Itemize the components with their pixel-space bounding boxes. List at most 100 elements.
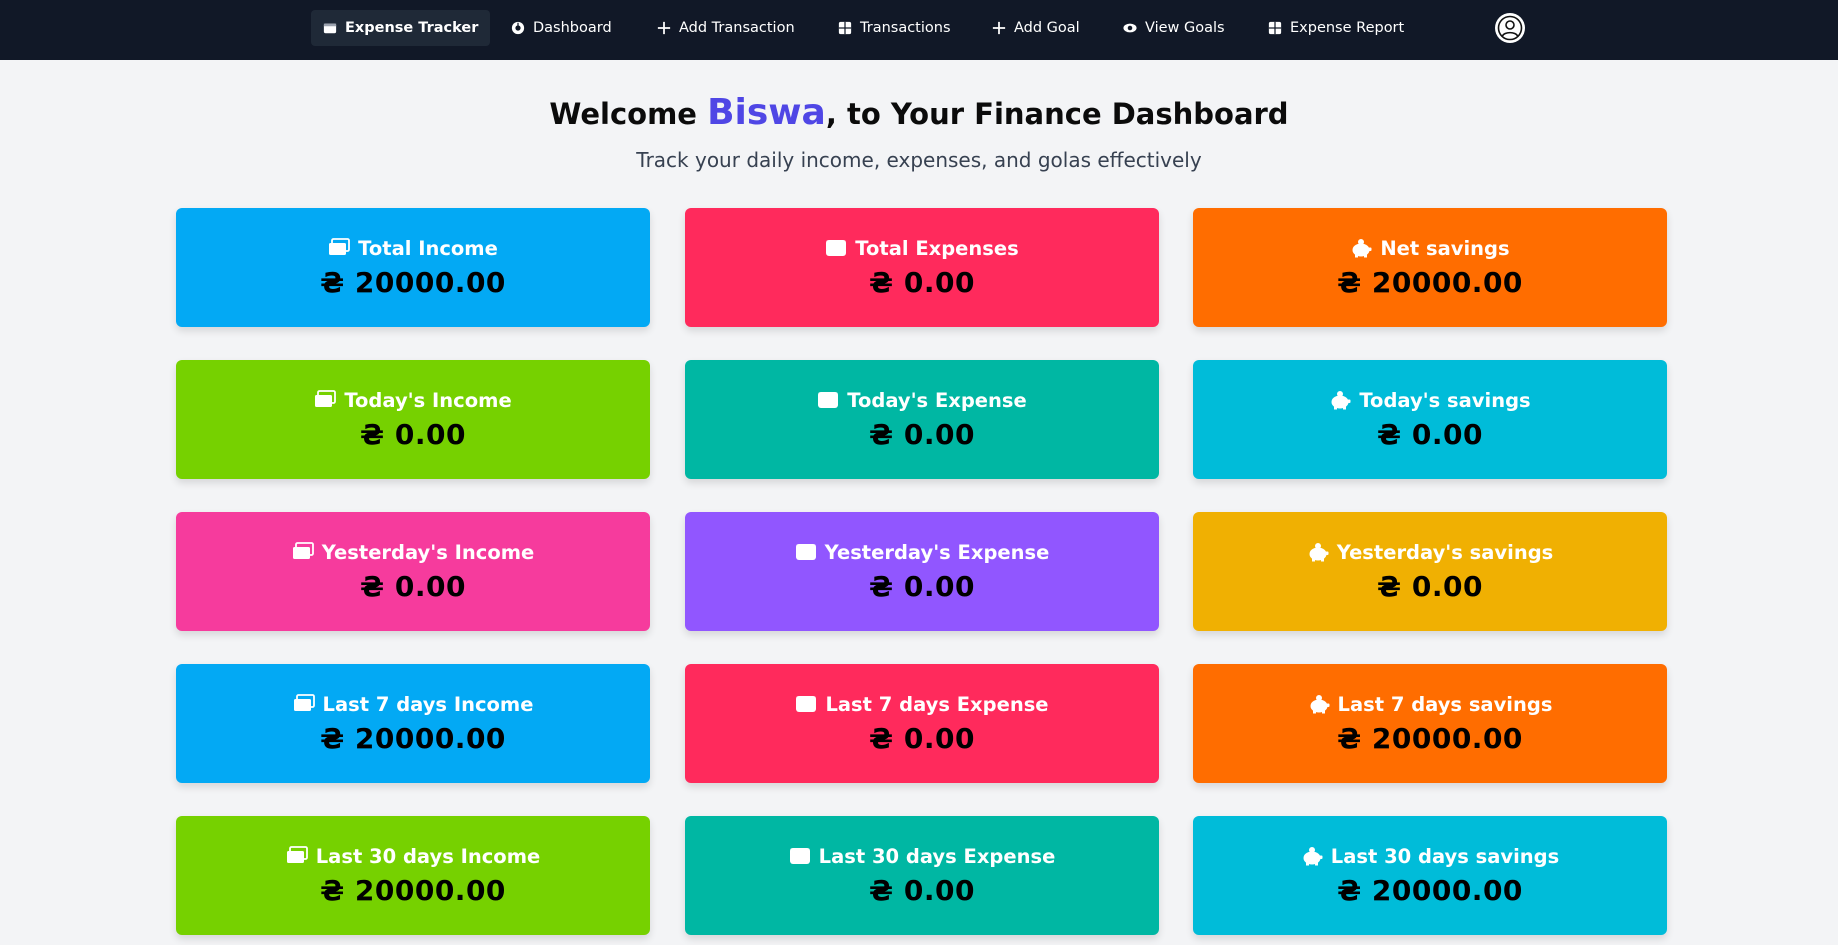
card-value: ₴ 0.00 bbox=[1377, 569, 1483, 603]
nav-item-label: Dashboard bbox=[533, 20, 612, 36]
summary-card: Last 7 days savings ₴ 20000.00 bbox=[1193, 664, 1667, 783]
nav-item-label: View Goals bbox=[1145, 20, 1225, 36]
card-label-row: Yesterday's savings bbox=[1307, 540, 1554, 564]
card-value: ₴ 0.00 bbox=[360, 417, 466, 451]
summary-card: Last 7 days Income ₴ 20000.00 bbox=[176, 664, 650, 783]
nav-item-expense-report[interactable]: Expense Report bbox=[1256, 10, 1416, 46]
card-label: Yesterday's Income bbox=[321, 540, 535, 564]
top-navbar: Expense Tracker Dashboard Add Transactio… bbox=[0, 0, 1838, 60]
piggy-bank-icon bbox=[1329, 390, 1351, 410]
card-label: Today's Expense bbox=[847, 388, 1027, 412]
card-value: ₴ 0.00 bbox=[1377, 417, 1483, 451]
card-label: Last 30 days Income bbox=[315, 844, 541, 868]
card-label: Total Expenses bbox=[855, 236, 1019, 260]
card-label-row: Today's Income bbox=[314, 388, 512, 412]
wallet-icon bbox=[825, 238, 847, 258]
card-value: ₴ 20000.00 bbox=[320, 265, 506, 299]
card-value: ₴ 0.00 bbox=[869, 265, 975, 299]
wallet-icon bbox=[795, 542, 817, 562]
nav-item-transactions[interactable]: Transactions bbox=[826, 10, 963, 46]
card-value: ₴ 20000.00 bbox=[1337, 265, 1523, 299]
eye-icon bbox=[1123, 21, 1137, 35]
card-label: Today's Income bbox=[344, 388, 512, 412]
wallet-icon bbox=[795, 694, 817, 714]
card-value: ₴ 0.00 bbox=[869, 569, 975, 603]
card-value: ₴ 20000.00 bbox=[1337, 873, 1523, 907]
card-label: Last 7 days Income bbox=[322, 692, 534, 716]
piggy-bank-icon bbox=[1307, 542, 1329, 562]
piggy-bank-icon bbox=[1301, 846, 1323, 866]
user-name: Biswa bbox=[707, 92, 826, 133]
card-value: ₴ 0.00 bbox=[869, 721, 975, 755]
table-icon bbox=[838, 21, 852, 35]
wallet-icon bbox=[323, 21, 337, 35]
nav-item-label: Add Goal bbox=[1014, 20, 1080, 36]
nav-brand-label: Expense Tracker bbox=[345, 20, 479, 36]
money-icon bbox=[328, 238, 351, 258]
card-label-row: Total Income bbox=[328, 237, 498, 260]
summary-card: Net savings ₴ 20000.00 bbox=[1193, 208, 1667, 327]
summary-card: Today's savings ₴ 0.00 bbox=[1193, 360, 1667, 479]
nav-brand-expense-tracker[interactable]: Expense Tracker bbox=[311, 10, 491, 46]
card-label: Yesterday's Expense bbox=[824, 540, 1050, 564]
wallet-icon bbox=[789, 846, 811, 866]
money-icon bbox=[286, 846, 308, 866]
card-label: Last 7 days Expense bbox=[825, 692, 1049, 716]
piggy-bank-icon bbox=[1308, 694, 1330, 714]
nav-item-view-goals[interactable]: View Goals bbox=[1111, 10, 1237, 46]
plus-icon bbox=[992, 21, 1006, 35]
card-label: Net savings bbox=[1380, 236, 1510, 260]
card-label-row: Yesterday's Expense bbox=[795, 540, 1050, 564]
card-value: ₴ 20000.00 bbox=[320, 721, 506, 755]
table-icon bbox=[1268, 21, 1282, 35]
summary-card: Last 30 days Expense ₴ 0.00 bbox=[685, 816, 1159, 935]
card-label-row: Net savings bbox=[1350, 236, 1510, 260]
card-label: Last 30 days Expense bbox=[818, 844, 1056, 868]
summary-card: Yesterday's savings ₴ 0.00 bbox=[1193, 512, 1667, 631]
card-label: Yesterday's savings bbox=[1336, 540, 1554, 564]
user-icon bbox=[1497, 15, 1523, 41]
card-label-row: Last 30 days Income bbox=[286, 844, 541, 868]
nav-item-label: Expense Report bbox=[1290, 20, 1405, 36]
welcome-text: Welcome bbox=[549, 97, 708, 131]
card-label-row: Last 7 days Expense bbox=[795, 692, 1049, 716]
plus-icon bbox=[657, 21, 671, 35]
summary-card: Last 7 days Expense ₴ 0.00 bbox=[685, 664, 1159, 783]
piggy-bank-icon bbox=[1350, 238, 1372, 258]
summary-card: Today's Expense ₴ 0.00 bbox=[685, 360, 1159, 479]
card-label: Last 30 days savings bbox=[1330, 844, 1560, 868]
user-avatar[interactable] bbox=[1495, 13, 1525, 43]
card-label-row: Today's savings bbox=[1329, 388, 1531, 412]
card-label-row: Yesterday's Income bbox=[292, 540, 535, 564]
card-label: Total Income bbox=[358, 236, 498, 260]
summary-card: Today's Income ₴ 0.00 bbox=[176, 360, 650, 479]
card-label-row: Today's Expense bbox=[817, 389, 1027, 412]
summary-card: Total Income ₴ 20000.00 bbox=[176, 208, 650, 327]
summary-card: Last 30 days savings ₴ 20000.00 bbox=[1193, 816, 1667, 935]
page-subtitle: Track your daily income, expenses, and g… bbox=[636, 148, 1202, 172]
card-label-row: Last 30 days savings bbox=[1301, 845, 1559, 868]
card-value: ₴ 20000.00 bbox=[320, 873, 506, 907]
card-value: ₴ 0.00 bbox=[869, 873, 975, 907]
summary-card: Yesterday's Income ₴ 0.00 bbox=[176, 512, 650, 631]
card-label: Last 7 days savings bbox=[1337, 692, 1553, 716]
dashboard-icon bbox=[511, 21, 525, 35]
money-icon bbox=[292, 542, 314, 562]
nav-item-label: Add Transaction bbox=[679, 20, 795, 36]
wallet-icon bbox=[817, 390, 839, 410]
card-label-row: Last 30 days Expense bbox=[789, 844, 1056, 868]
card-value: ₴ 20000.00 bbox=[1337, 721, 1523, 755]
summary-card: Total Expenses ₴ 0.00 bbox=[685, 208, 1159, 327]
card-label-row: Last 7 days savings bbox=[1308, 692, 1553, 716]
money-icon bbox=[314, 390, 337, 410]
card-label: Today's savings bbox=[1359, 388, 1531, 412]
card-value: ₴ 0.00 bbox=[869, 417, 975, 451]
money-icon bbox=[293, 694, 315, 714]
summary-card: Last 30 days Income ₴ 20000.00 bbox=[176, 816, 650, 935]
nav-item-add-goal[interactable]: Add Goal bbox=[980, 10, 1092, 46]
card-label-row: Last 7 days Income bbox=[293, 692, 534, 716]
nav-item-add-transaction[interactable]: Add Transaction bbox=[645, 10, 807, 46]
nav-item-label: Transactions bbox=[860, 20, 951, 36]
nav-item-dashboard[interactable]: Dashboard bbox=[499, 10, 624, 46]
card-label-row: Total Expenses bbox=[825, 236, 1019, 260]
